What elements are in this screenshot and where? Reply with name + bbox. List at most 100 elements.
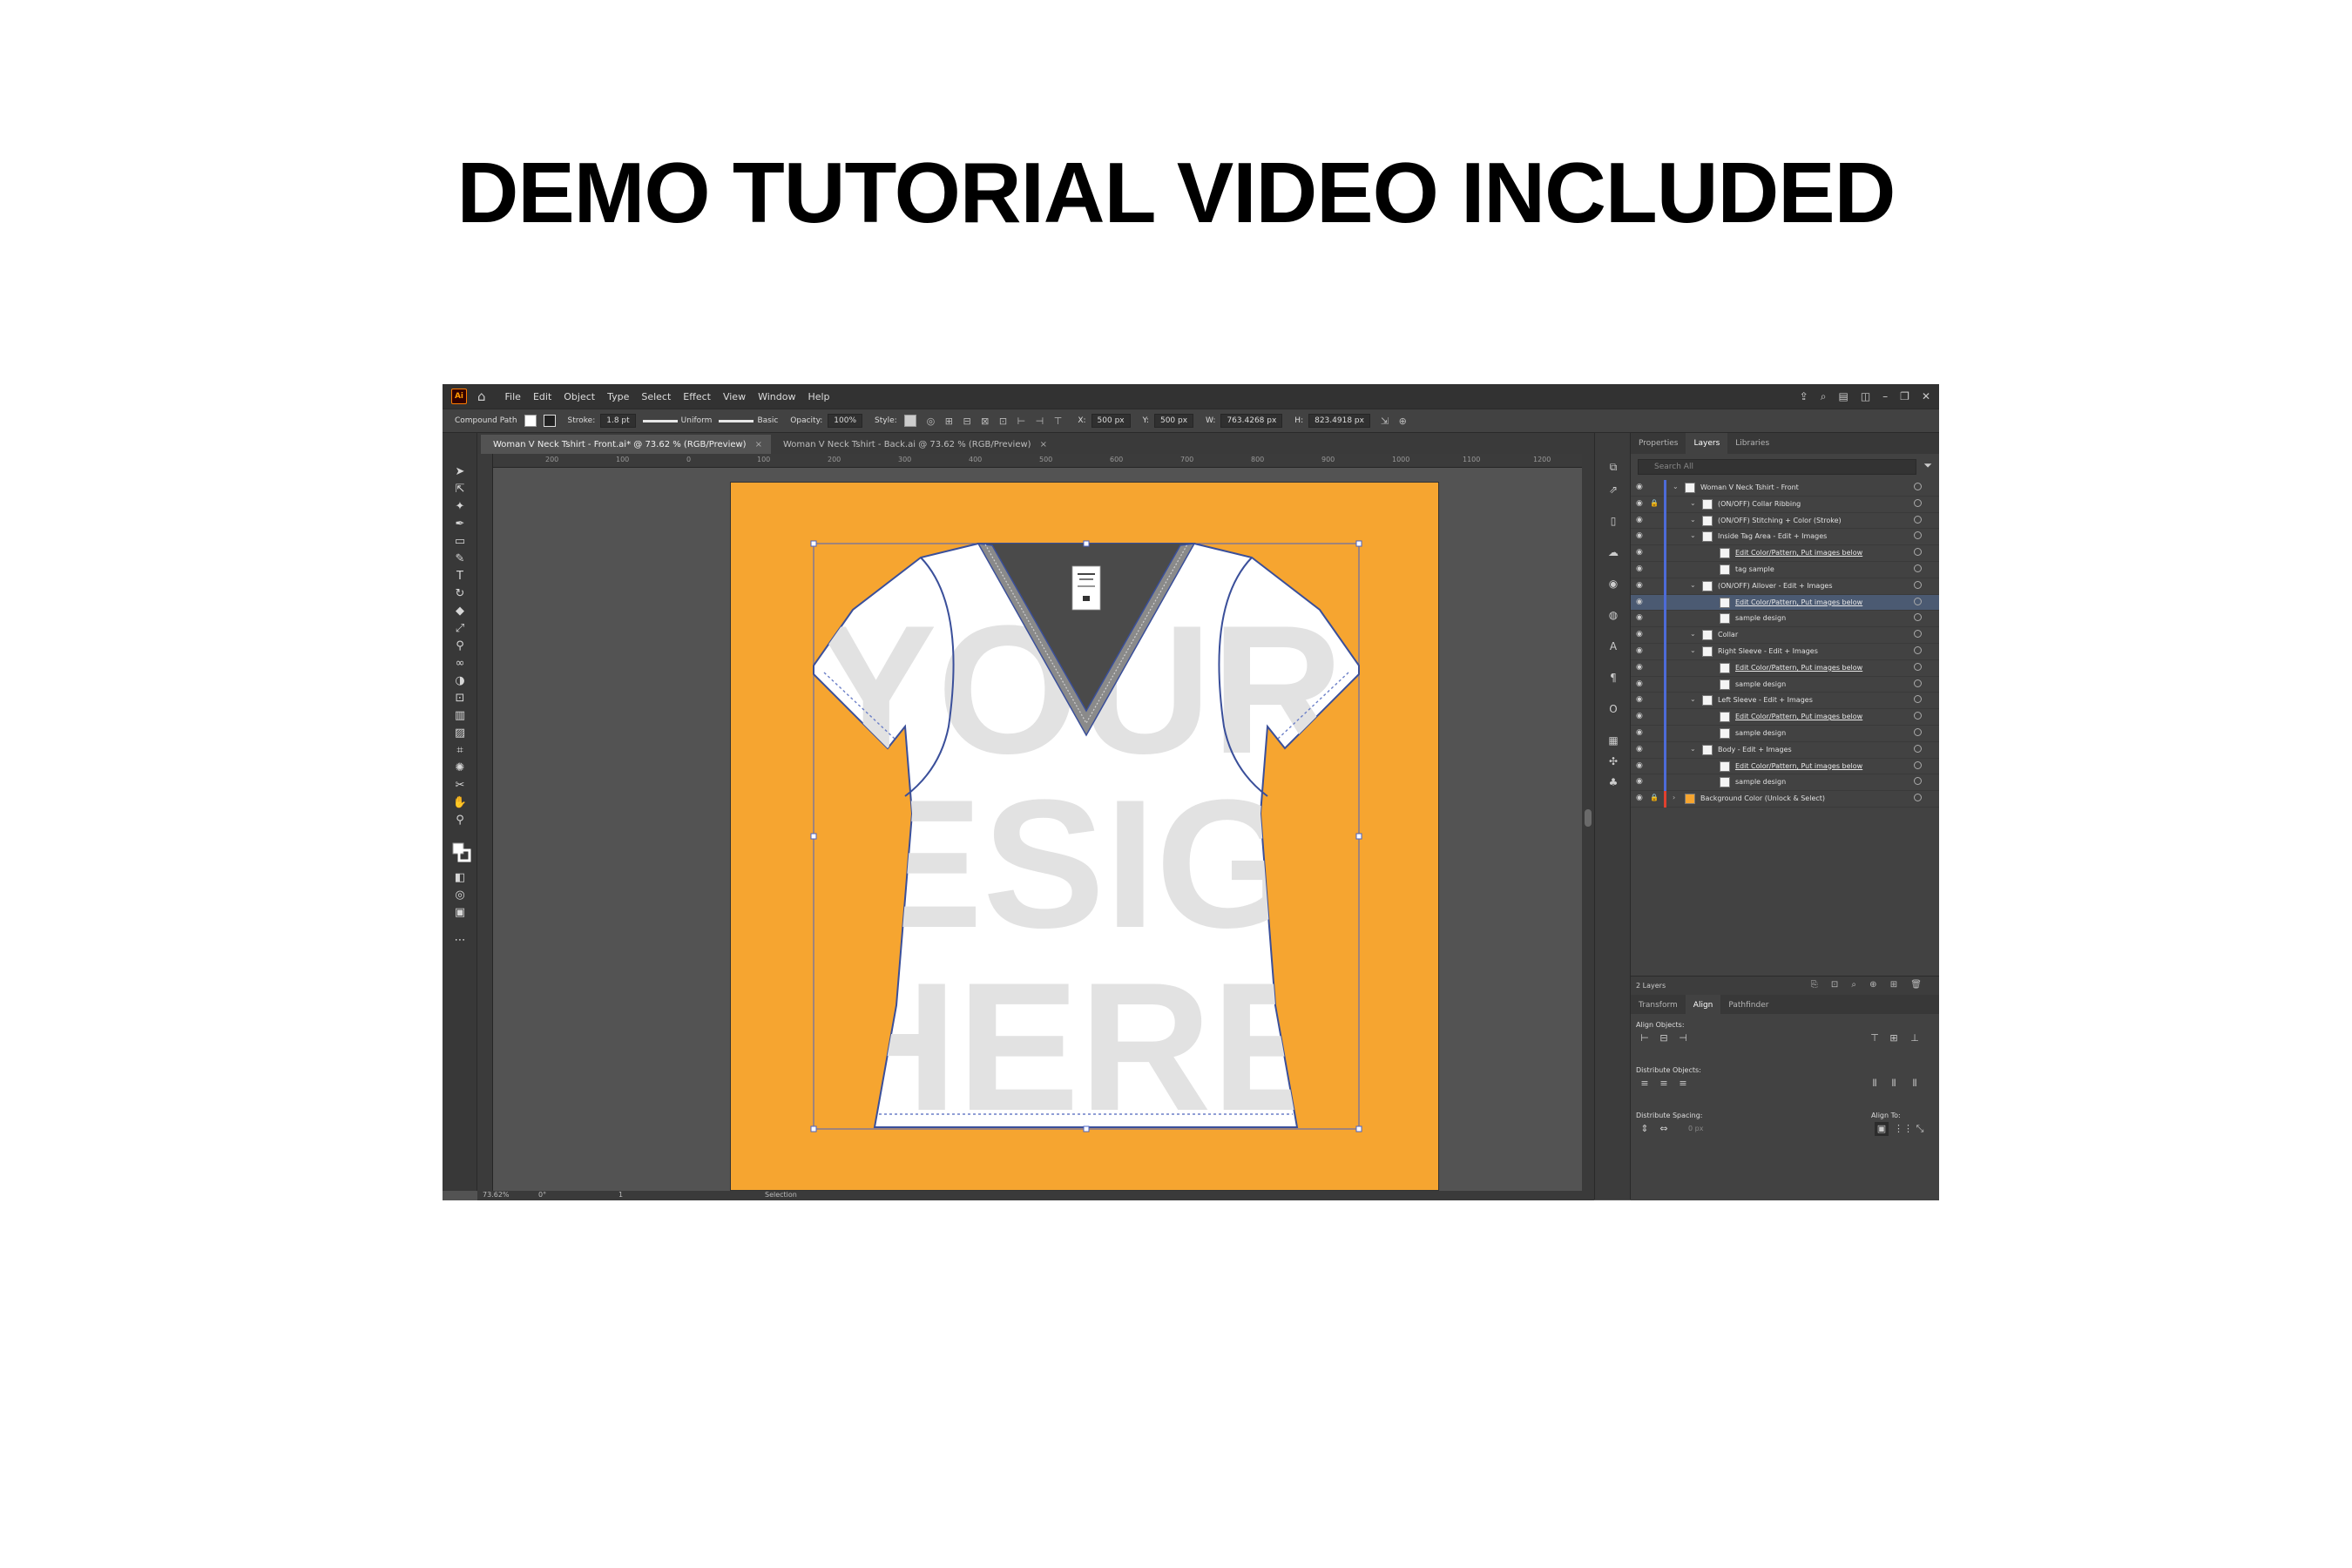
artboards-icon[interactable]: ⧉: [1605, 459, 1621, 475]
magic-wand-tool-icon[interactable]: ✦: [452, 499, 468, 515]
opentype-icon[interactable]: O: [1605, 701, 1621, 717]
artboard-number[interactable]: 1: [618, 1191, 623, 1199]
menu-edit[interactable]: Edit: [533, 391, 551, 402]
layer-row[interactable]: ◉ 🔒 › Background Color (Unlock & Select): [1631, 791, 1939, 808]
menu-effect[interactable]: Effect: [683, 391, 711, 402]
arrange-icon[interactable]: ◫: [1861, 390, 1870, 402]
layer-row[interactable]: ◉ tag sample: [1631, 561, 1939, 578]
workspace-icon[interactable]: ▤: [1838, 390, 1848, 402]
symbol-sprayer-tool-icon[interactable]: ✺: [452, 760, 468, 776]
zoom-level[interactable]: 73.62%: [483, 1191, 510, 1199]
fill-stroke-swatches[interactable]: [452, 842, 471, 865]
align-to-key-object-icon[interactable]: ⤡: [1913, 1122, 1927, 1136]
x-field[interactable]: 500 px: [1091, 414, 1131, 428]
close-icon[interactable]: ✕: [1922, 390, 1930, 402]
search-icon[interactable]: ⌕: [1821, 390, 1827, 403]
target-icon[interactable]: [1914, 662, 1922, 671]
eye-icon[interactable]: ◉: [1636, 728, 1643, 737]
layers-search-input[interactable]: Search All: [1638, 459, 1916, 475]
lock-icon[interactable]: 🔒: [1650, 794, 1659, 801]
chevron-down-icon[interactable]: ⌄: [1690, 499, 1696, 507]
layer-row[interactable]: ◉ Edit Color/Pattern, Put images below: [1631, 709, 1939, 726]
menu-window[interactable]: Window: [758, 391, 795, 402]
tab-libraries[interactable]: Libraries: [1727, 433, 1777, 454]
align-right-icon[interactable]: ⊣: [1676, 1031, 1690, 1045]
opacity-field[interactable]: 100%: [828, 414, 863, 428]
slice-tool-icon[interactable]: ✂: [452, 778, 468, 794]
menu-view[interactable]: View: [723, 391, 746, 402]
image-trace-icon[interactable]: ▦: [1605, 733, 1621, 748]
eye-icon[interactable]: ◉: [1636, 794, 1643, 802]
spacing-field[interactable]: 0 px: [1688, 1125, 1703, 1132]
direct-selection-tool-icon[interactable]: ⇱: [452, 482, 468, 497]
target-icon[interactable]: [1914, 498, 1922, 507]
eye-icon[interactable]: ◉: [1636, 581, 1643, 590]
appearance-icon[interactable]: ◍: [1605, 607, 1621, 623]
screen-mode-icon[interactable]: ▣: [452, 905, 468, 921]
hand-tool-icon[interactable]: ✋: [452, 795, 468, 811]
layer-action-icons[interactable]: ⎘ ⊡ ⌕ ⊕ ⊞ 🗑: [1811, 980, 1927, 990]
character-icon[interactable]: A: [1605, 639, 1621, 654]
pen-tool-icon[interactable]: ✒: [452, 517, 468, 532]
layer-row[interactable]: ◉ sample design: [1631, 774, 1939, 792]
tab-layers[interactable]: Layers: [1686, 433, 1728, 454]
blend-tool-icon[interactable]: ∞: [452, 656, 468, 672]
target-icon[interactable]: [1914, 548, 1922, 557]
layer-row[interactable]: ◉ ⌄ (ON/OFF) Allover - Edit + Images: [1631, 578, 1939, 595]
align-to-selection-icon[interactable]: ▣: [1875, 1122, 1889, 1136]
target-icon[interactable]: [1914, 597, 1922, 605]
scroll-thumb[interactable]: [1585, 809, 1592, 827]
chevron-down-icon[interactable]: ⌄: [1690, 531, 1696, 539]
align-top-icon[interactable]: ⊤: [1868, 1031, 1882, 1045]
target-icon[interactable]: [1914, 679, 1922, 687]
distribute-right-icon[interactable]: ⦀: [1908, 1077, 1922, 1091]
gradient-tool-icon[interactable]: ▨: [452, 726, 468, 741]
distribute-left-icon[interactable]: ⦀: [1868, 1077, 1882, 1091]
h-field[interactable]: 823.4918 px: [1308, 414, 1370, 428]
filter-icon[interactable]: ⏷: [1923, 459, 1932, 472]
transform-icons[interactable]: ⇲ ⊕: [1381, 416, 1410, 427]
layer-row[interactable]: ◉ Edit Color/Pattern, Put images below: [1631, 594, 1939, 612]
layer-row[interactable]: ◉ sample design: [1631, 725, 1939, 742]
layer-row[interactable]: ◉ ⌄ Inside Tag Area - Edit + Images: [1631, 529, 1939, 546]
menu-object[interactable]: Object: [564, 391, 595, 402]
menu-help[interactable]: Help: [808, 391, 829, 402]
target-icon[interactable]: [1914, 777, 1922, 786]
distribute-hcenter-icon[interactable]: ⦀: [1887, 1077, 1901, 1091]
type-tool-icon[interactable]: T: [452, 569, 468, 585]
layer-row[interactable]: ◉ ⌄ Body - Edit + Images: [1631, 741, 1939, 759]
layer-row[interactable]: ◉ sample design: [1631, 611, 1939, 628]
target-icon[interactable]: [1914, 794, 1922, 802]
graph-tool-icon[interactable]: ▥: [452, 708, 468, 724]
eye-icon[interactable]: ◉: [1636, 745, 1643, 754]
export-icon[interactable]: ⇗: [1605, 482, 1621, 497]
eye-icon[interactable]: ◉: [1636, 548, 1643, 557]
spacing-horizontal-icon[interactable]: ⇔: [1657, 1122, 1671, 1136]
layer-row[interactable]: ◉ ⌄ (ON/OFF) Stitching + Color (Stroke): [1631, 512, 1939, 530]
scale-tool-icon[interactable]: ⤢: [452, 621, 468, 637]
target-icon[interactable]: [1914, 695, 1922, 704]
tab-properties[interactable]: Properties: [1631, 433, 1686, 454]
menu-file[interactable]: File: [505, 391, 521, 402]
close-icon[interactable]: ×: [1040, 440, 1047, 449]
brush-label[interactable]: Basic: [757, 416, 778, 425]
color-mode-icons[interactable]: ◧: [452, 870, 468, 886]
eye-icon[interactable]: ◉: [1636, 516, 1643, 524]
chevron-down-icon[interactable]: ⌄: [1690, 516, 1696, 524]
chevron-down-icon[interactable]: ⌄: [1690, 646, 1696, 654]
layer-row[interactable]: ◉ ⌄ Collar: [1631, 627, 1939, 644]
align-icons[interactable]: ◎ ⊞ ⊟ ⊠ ⊡ ⊢ ⊣ ⊤: [927, 416, 1066, 427]
target-icon[interactable]: [1914, 712, 1922, 720]
align-bottom-icon[interactable]: ⊥: [1908, 1031, 1922, 1045]
align-vcenter-icon[interactable]: ⊞: [1887, 1031, 1901, 1045]
home-icon[interactable]: ⌂: [477, 389, 486, 404]
layer-row[interactable]: ◉ ⌄ Woman V Neck Tshirt - Front: [1631, 480, 1939, 497]
align-hcenter-icon[interactable]: ⊟: [1657, 1031, 1671, 1045]
y-field[interactable]: 500 px: [1153, 414, 1194, 428]
eye-icon[interactable]: ◉: [1636, 679, 1643, 688]
eye-icon[interactable]: ◉: [1636, 646, 1643, 655]
layer-row[interactable]: ◉ Edit Color/Pattern, Put images below: [1631, 545, 1939, 562]
chevron-down-icon[interactable]: ⌄: [1690, 581, 1696, 589]
chevron-down-icon[interactable]: ⌄: [1690, 630, 1696, 638]
tshirt-mockup[interactable]: YOUR DESIGN HERE: [731, 483, 1440, 1192]
